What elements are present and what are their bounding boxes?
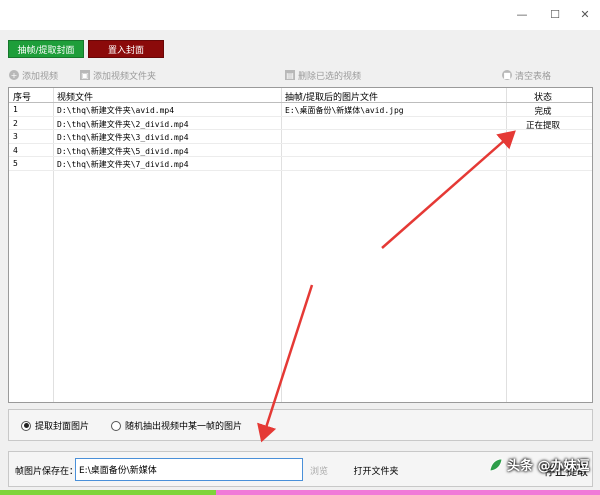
row-index: 1 (13, 105, 18, 114)
clear-icon: ■ (502, 70, 512, 80)
watermark: 头条 @办妹逗 (488, 455, 590, 474)
table-row[interactable]: 3 D:\thq\新建文件夹\3_divid.mp4 (9, 130, 592, 144)
table-row[interactable]: 2 D:\thq\新建文件夹\2_divid.mp4 正在提取 (9, 117, 592, 131)
random-frame-label: 随机抽出视频中某一帧的图片 (125, 422, 243, 432)
row-index: 3 (13, 132, 18, 141)
delete-selected-button[interactable]: ▤ 删除已选的视频 (285, 67, 361, 83)
row-status: 完成 (534, 107, 552, 117)
row-video-path: D:\thq\新建文件夹\avid.mp4 (57, 106, 175, 115)
extract-cover-mode-button[interactable]: 抽帧/提取封面 (8, 40, 84, 58)
add-video-button[interactable]: + 添加视频 (9, 67, 58, 83)
folder-icon: ▣ (80, 70, 90, 80)
extract-cover-label: 提取封面图片 (35, 422, 90, 432)
header-output-file[interactable]: 抽帧/提取后的图片文件 (285, 90, 378, 103)
progress-fill (0, 490, 216, 495)
row-video-path: D:\thq\新建文件夹\5_divid.mp4 (57, 146, 189, 156)
delete-icon: ▤ (285, 70, 295, 80)
table-header: 序号 视频文件 抽帧/提取后的图片文件 状态 (9, 88, 592, 103)
browse-button[interactable]: 浏览 (307, 460, 331, 480)
clear-table-label: 清空表格 (515, 71, 552, 82)
progress-remaining (216, 490, 600, 495)
insert-cover-mode-button[interactable]: 置入封面 (88, 40, 164, 58)
table-row[interactable]: 1 D:\thq\新建文件夹\avid.mp4 E:\桌面备份\新媒体\avid… (9, 103, 592, 117)
close-icon[interactable]: ✕ (575, 5, 595, 23)
save-path-label: 帧图片保存在： (15, 467, 79, 477)
maximize-icon[interactable]: ☐ (545, 5, 565, 23)
extract-cover-radio[interactable]: 提取封面图片 (21, 419, 89, 432)
row-output-path: E:\桌面备份\新媒体\avid.jpg (285, 106, 404, 115)
add-folder-label: 添加视频文件夹 (93, 71, 157, 82)
row-video-path: D:\thq\新建文件夹\2_divid.mp4 (57, 119, 189, 129)
row-index: 5 (13, 159, 18, 168)
row-status: 正在提取 (525, 120, 560, 131)
leaf-icon (489, 458, 503, 471)
radio-selected-icon (21, 420, 31, 431)
watermark-text: 头条 @办妹逗 (507, 459, 590, 474)
header-index[interactable]: 序号 (13, 90, 31, 103)
radio-unselected-icon (111, 420, 121, 431)
header-video-file[interactable]: 视频文件 (57, 90, 93, 103)
row-index: 2 (13, 118, 18, 128)
random-frame-radio[interactable]: 随机抽出视频中某一帧的图片 (111, 419, 242, 432)
progress-bar (0, 490, 600, 495)
add-video-label: 添加视频 (22, 71, 59, 82)
plus-icon: + (9, 70, 19, 80)
clear-table-button[interactable]: ■ 清空表格 (502, 67, 551, 83)
save-path-input[interactable] (75, 458, 303, 481)
open-folder-button[interactable]: 打开文件夹 (346, 460, 406, 480)
minimize-icon[interactable]: — (512, 5, 532, 23)
table-row[interactable]: 4 D:\thq\新建文件夹\5_divid.mp4 (9, 144, 592, 157)
row-video-path: D:\thq\新建文件夹\3_divid.mp4 (57, 133, 189, 142)
table-row[interactable]: 5 D:\thq\新建文件夹\7_divid.mp4 (9, 157, 592, 171)
title-bar: — ☐ ✕ (0, 0, 600, 30)
row-index: 4 (13, 145, 18, 155)
add-folder-button[interactable]: ▣ 添加视频文件夹 (80, 67, 156, 83)
row-video-path: D:\thq\新建文件夹\7_divid.mp4 (57, 160, 189, 169)
delete-selected-label: 删除已选的视频 (298, 71, 362, 82)
header-status[interactable]: 状态 (506, 90, 580, 103)
extract-options-group: 提取封面图片 随机抽出视频中某一帧的图片 (8, 409, 593, 441)
video-table[interactable]: 序号 视频文件 抽帧/提取后的图片文件 状态 1 D:\thq\新建文件夹\av… (8, 87, 593, 403)
